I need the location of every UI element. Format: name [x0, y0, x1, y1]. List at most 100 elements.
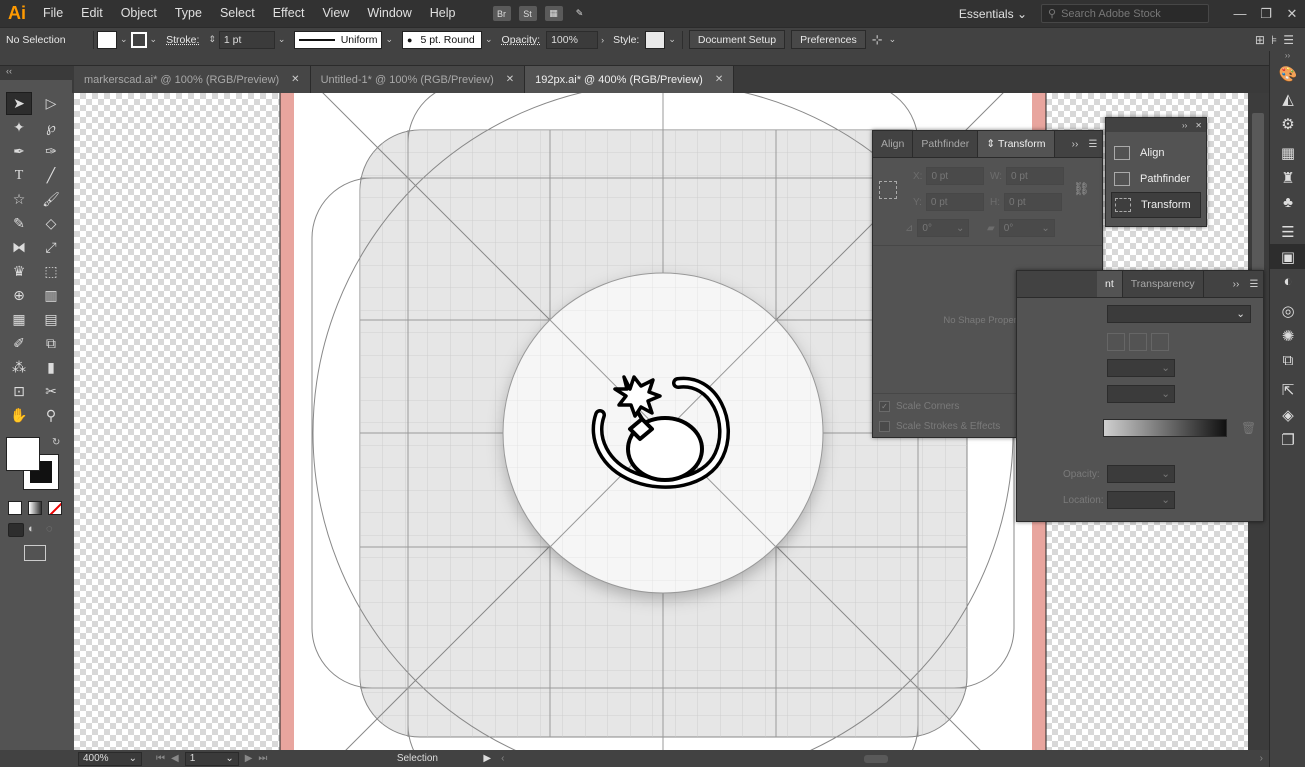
- workspace-switcher[interactable]: Essentials ⌄: [959, 7, 1027, 21]
- variable-width-profile[interactable]: Uniform: [294, 30, 383, 49]
- panel-menu-icon[interactable]: ☰: [1245, 271, 1263, 297]
- brushes-icon[interactable]: ♜: [1270, 165, 1305, 190]
- draw-inside-icon[interactable]: ◌: [46, 523, 60, 537]
- height-field[interactable]: 0 pt: [1004, 193, 1062, 211]
- stroke-within-icon[interactable]: [1107, 333, 1125, 351]
- stroke-icon[interactable]: ☰: [1270, 219, 1305, 244]
- horizontal-scrollbar[interactable]: [514, 754, 1249, 764]
- status-menu-icon[interactable]: ▶: [483, 753, 491, 764]
- expand-panels-icon[interactable]: ››: [1182, 121, 1187, 130]
- transform-again-icon[interactable]: ⊹: [869, 32, 886, 48]
- gradient-type-select[interactable]: ⌄: [1107, 305, 1251, 323]
- chevron-down-icon[interactable]: ⌄: [886, 34, 900, 45]
- menu-edit[interactable]: Edit: [72, 0, 112, 27]
- close-panel-icon[interactable]: ✕: [1195, 121, 1202, 130]
- stop-opacity-field[interactable]: ⌄: [1107, 465, 1175, 483]
- magic-wand-tool-icon[interactable]: ✦: [6, 116, 32, 139]
- fill-color-swatch[interactable]: [97, 30, 117, 49]
- curvature-tool-icon[interactable]: ✑: [38, 140, 64, 163]
- color-palette-icon[interactable]: 🎨: [1270, 61, 1305, 86]
- stroke-color-swatch[interactable]: [130, 31, 147, 48]
- document-tab[interactable]: markerscad.ai* @ 100% (RGB/Preview) ✕: [74, 66, 311, 93]
- close-tab-icon[interactable]: ✕: [506, 74, 514, 85]
- hand-tool-icon[interactable]: ✋: [6, 404, 32, 427]
- first-artboard-icon[interactable]: ⏮: [156, 753, 165, 764]
- aspect-field[interactable]: ⌄: [1107, 385, 1175, 403]
- menu-select[interactable]: Select: [211, 0, 264, 27]
- close-icon[interactable]: ✕: [1279, 0, 1305, 27]
- width-tool-icon[interactable]: ♛: [6, 260, 32, 283]
- blend-tool-icon[interactable]: ⧉: [38, 332, 64, 355]
- align-options-icon[interactable]: ⊞: [1252, 33, 1268, 47]
- color-mode-icon[interactable]: [8, 501, 22, 515]
- close-tab-icon[interactable]: ✕: [715, 74, 723, 85]
- width-field[interactable]: 0 pt: [1006, 167, 1065, 185]
- eyedropper-tool-icon[interactable]: ✐: [6, 332, 32, 355]
- brush-definition[interactable]: ● 5 pt. Round: [402, 30, 482, 49]
- prev-artboard-icon[interactable]: ◀: [171, 753, 179, 764]
- star-tool-icon[interactable]: ☆: [6, 188, 32, 211]
- panel-item-align[interactable]: Align: [1106, 140, 1206, 166]
- paintbrush-tool-icon[interactable]: 🖌: [38, 188, 64, 211]
- gradient-tool-icon[interactable]: ▤: [38, 308, 64, 331]
- expand-panel-icon[interactable]: ››: [1066, 131, 1084, 157]
- opacity-label[interactable]: Opacity:: [496, 34, 547, 46]
- panel-item-transform[interactable]: Transform: [1111, 192, 1201, 218]
- draw-normal-icon[interactable]: [8, 523, 24, 537]
- menu-object[interactable]: Object: [112, 0, 166, 27]
- panel-item-pathfinder[interactable]: Pathfinder: [1106, 166, 1206, 192]
- perspective-grid-tool-icon[interactable]: ▥: [38, 284, 64, 307]
- reflect-tool-icon[interactable]: ⧓: [6, 236, 32, 259]
- export-icon[interactable]: ⇱: [1270, 377, 1305, 402]
- scroll-right-icon[interactable]: ›: [1260, 753, 1263, 764]
- draw-behind-icon[interactable]: ◐: [28, 523, 42, 537]
- next-artboard-icon[interactable]: ▶: [245, 753, 253, 764]
- swap-fill-stroke-icon[interactable]: ↻: [52, 437, 60, 448]
- none-mode-icon[interactable]: [48, 501, 62, 515]
- opacity-field[interactable]: 100%: [546, 30, 599, 49]
- document-tab[interactable]: Untitled-1* @ 100% (RGB/Preview) ✕: [310, 66, 526, 93]
- chevron-down-icon[interactable]: ⌄: [482, 34, 496, 45]
- scale-corners-checkbox[interactable]: ✓: [879, 401, 890, 412]
- gradient-mode-icon[interactable]: [28, 501, 42, 515]
- angle-field[interactable]: ⌄: [1107, 359, 1175, 377]
- layers-icon[interactable]: ◈: [1270, 402, 1305, 427]
- document-setup-button[interactable]: Document Setup: [688, 30, 786, 49]
- search-stock-input[interactable]: ⚲ Search Adobe Stock: [1041, 4, 1209, 23]
- color-themes-icon[interactable]: ⚙: [1270, 111, 1305, 136]
- expand-panel-icon[interactable]: ››: [1227, 271, 1245, 297]
- x-field[interactable]: 0 pt: [926, 167, 985, 185]
- shear-field[interactable]: 0° ⌄: [998, 219, 1055, 237]
- stroke-label[interactable]: Stroke:: [160, 34, 205, 46]
- selection-tool-icon[interactable]: ➤: [6, 92, 32, 115]
- gradient-slider[interactable]: [1103, 419, 1227, 437]
- preferences-button[interactable]: Preferences: [791, 30, 866, 49]
- last-artboard-icon[interactable]: ⏭: [258, 753, 267, 764]
- menu-effect[interactable]: Effect: [264, 0, 314, 27]
- distribute-icon[interactable]: ⊧: [1268, 33, 1280, 47]
- shaper-tool-icon[interactable]: ✎: [6, 212, 32, 235]
- slice-tool-icon[interactable]: ✂: [38, 380, 64, 403]
- eraser-tool-icon[interactable]: ◇: [38, 212, 64, 235]
- free-transform-tool-icon[interactable]: ⬚: [38, 260, 64, 283]
- menu-file[interactable]: File: [34, 0, 72, 27]
- minimize-icon[interactable]: —: [1227, 0, 1253, 27]
- chevron-down-icon[interactable]: ⌄: [665, 34, 679, 45]
- lasso-tool-icon[interactable]: ℘: [38, 116, 64, 139]
- y-field[interactable]: 0 pt: [925, 193, 984, 211]
- scale-strokes-checkbox[interactable]: [879, 421, 890, 432]
- graphic-style-swatch[interactable]: [645, 30, 666, 49]
- tab-transparency[interactable]: Transparency: [1123, 271, 1204, 297]
- scroll-left-icon[interactable]: ‹: [501, 753, 504, 764]
- stroke-across-icon[interactable]: [1151, 333, 1169, 351]
- delete-stop-icon[interactable]: 🗑: [1241, 421, 1256, 435]
- stroke-weight-field[interactable]: 1 pt: [218, 30, 275, 49]
- artboard-number-field[interactable]: 1 ⌄: [184, 751, 239, 766]
- bridge-icon[interactable]: Br: [492, 6, 511, 21]
- document-tab[interactable]: 192px.ai* @ 400% (RGB/Preview) ✕: [525, 66, 735, 93]
- menu-window[interactable]: Window: [358, 0, 420, 27]
- stock-icon[interactable]: St: [518, 6, 537, 21]
- color-guide-icon[interactable]: ◭: [1270, 86, 1305, 111]
- graphic-styles-icon[interactable]: ✺: [1270, 323, 1305, 348]
- artboard-tool-icon[interactable]: ⊡: [6, 380, 32, 403]
